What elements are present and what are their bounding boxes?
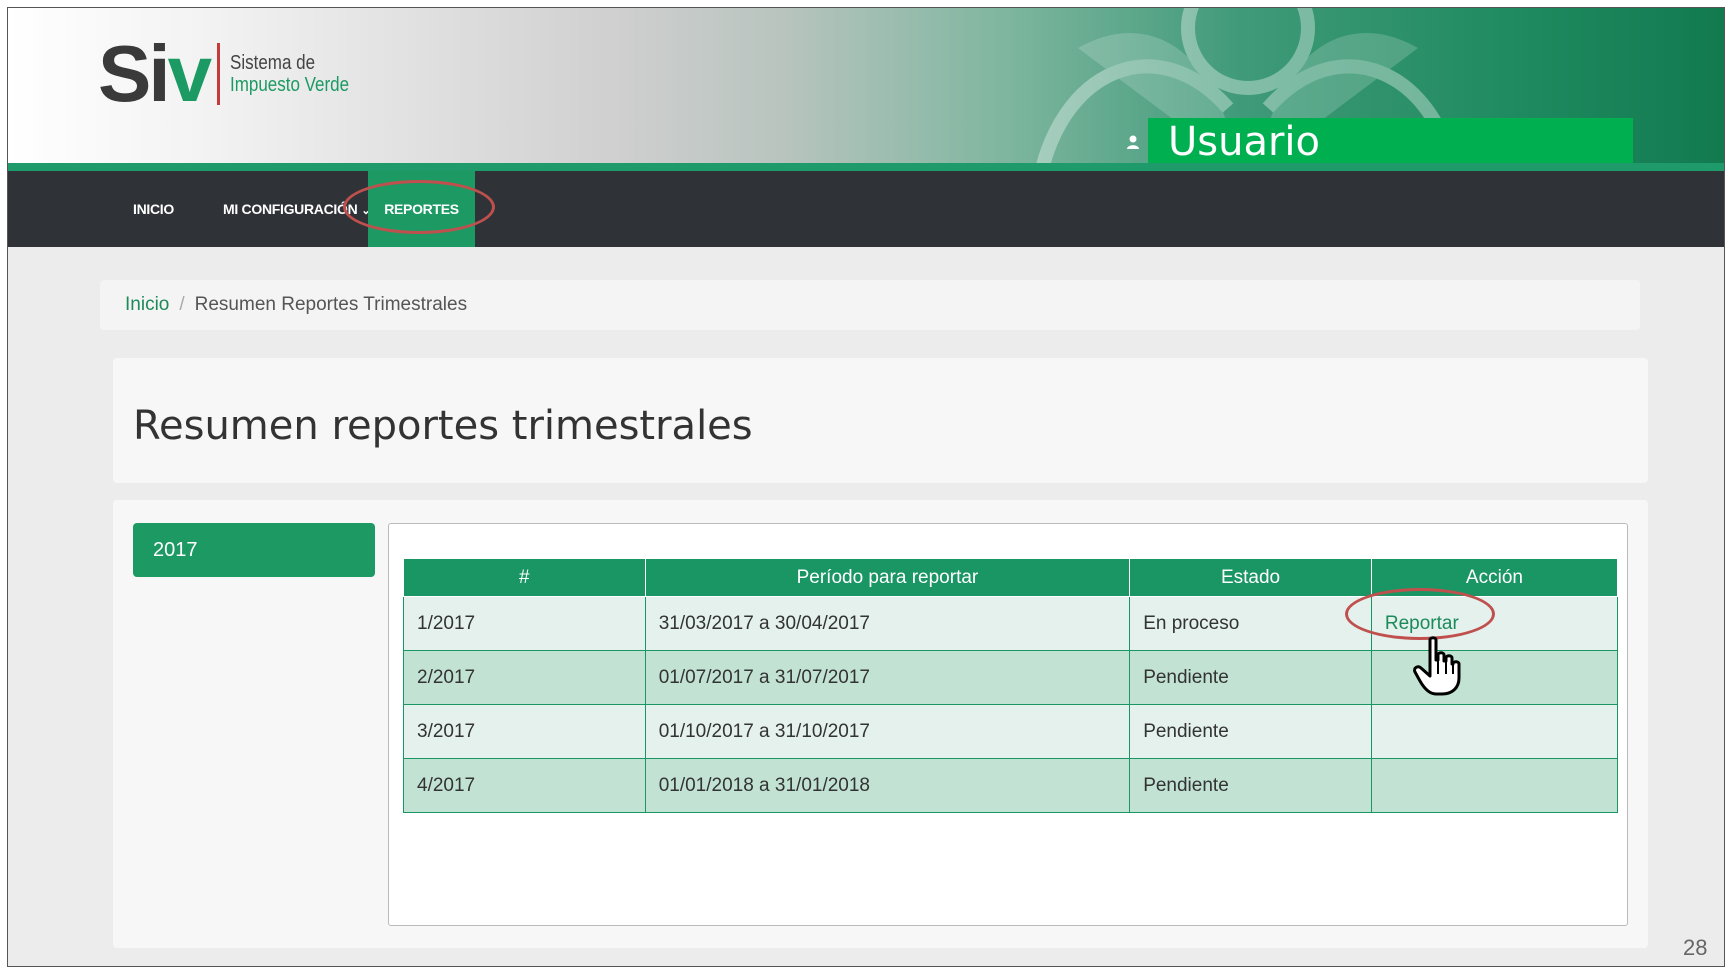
slide-page-number: 28 [1683,935,1708,960]
app-header: Siv Sistema de Impuesto Verde Usuario [8,8,1724,166]
logo-letter-i: i [148,29,170,118]
year-tab-2017[interactable]: 2017 [133,523,375,577]
breadcrumb: Inicio / Resumen Reportes Trimestrales [100,280,1640,330]
highlight-reportar-oval [1345,588,1495,640]
nav-item-mi-configuracion-label: MI CONFIGURACIÓN [223,201,358,217]
logo-text: Sistema de Impuesto Verde [230,52,349,96]
cell-action [1370,758,1619,813]
column-header-status: Estado [1129,558,1372,597]
content-panel: 2017 # Período para reportar Estado Acci… [113,500,1648,948]
breadcrumb-separator: / [179,294,185,315]
cell-number: 3/2017 [403,704,646,759]
user-icon [1127,135,1139,149]
cell-status: Pendiente [1129,758,1372,813]
breadcrumb-home-link[interactable]: Inicio [125,294,169,315]
breadcrumb-current: Resumen Reportes Trimestrales [194,294,468,315]
user-label[interactable]: Usuario [1148,118,1633,166]
cell-number: 2/2017 [403,650,646,705]
title-panel: Resumen reportes trimestrales [113,358,1648,483]
cell-action [1370,650,1619,705]
cell-number: 1/2017 [403,596,646,651]
logo-letter-v: v [167,29,212,118]
cell-period: 01/07/2017 a 31/07/2017 [644,650,1131,705]
nav-item-inicio[interactable]: INICIO [133,171,174,247]
cell-status: Pendiente [1129,704,1372,759]
column-header-period: Período para reportar [644,558,1131,597]
user-menu[interactable]: Usuario [1126,118,1633,166]
reports-table-container: # Período para reportar Estado Acción 1/… [388,523,1628,926]
cell-status: En proceso [1129,596,1372,651]
table-row: 3/2017 01/10/2017 a 31/10/2017 Pendiente [403,704,1619,759]
cell-period: 01/10/2017 a 31/10/2017 [644,704,1131,759]
slide-frame: Siv Sistema de Impuesto Verde Usuario IN… [7,7,1725,967]
page-title: Resumen reportes trimestrales [133,403,753,449]
cell-action [1370,704,1619,759]
logo-text-line1: Sistema de [230,52,316,74]
logo-divider [217,43,221,105]
siv-logo[interactable]: Siv Sistema de Impuesto Verde [98,34,370,114]
cell-period: 01/01/2018 a 31/01/2018 [644,758,1131,813]
table-row: 4/2017 01/01/2018 a 31/01/2018 Pendiente [403,758,1619,813]
logo-mark: Siv [98,34,212,114]
highlight-reportes-oval [343,180,495,234]
column-header-number: # [403,558,646,597]
main-nav: INICIO MI CONFIGURACIÓN ⌄ REPORTES [8,171,1724,247]
header-accent-bar [8,163,1724,171]
hand-cursor-icon [1413,636,1461,696]
logo-text-line2: Impuesto Verde [230,74,350,96]
cell-number: 4/2017 [403,758,646,813]
logo-letter-s: S [98,29,151,118]
cell-status: Pendiente [1129,650,1372,705]
cell-period: 31/03/2017 a 30/04/2017 [644,596,1131,651]
